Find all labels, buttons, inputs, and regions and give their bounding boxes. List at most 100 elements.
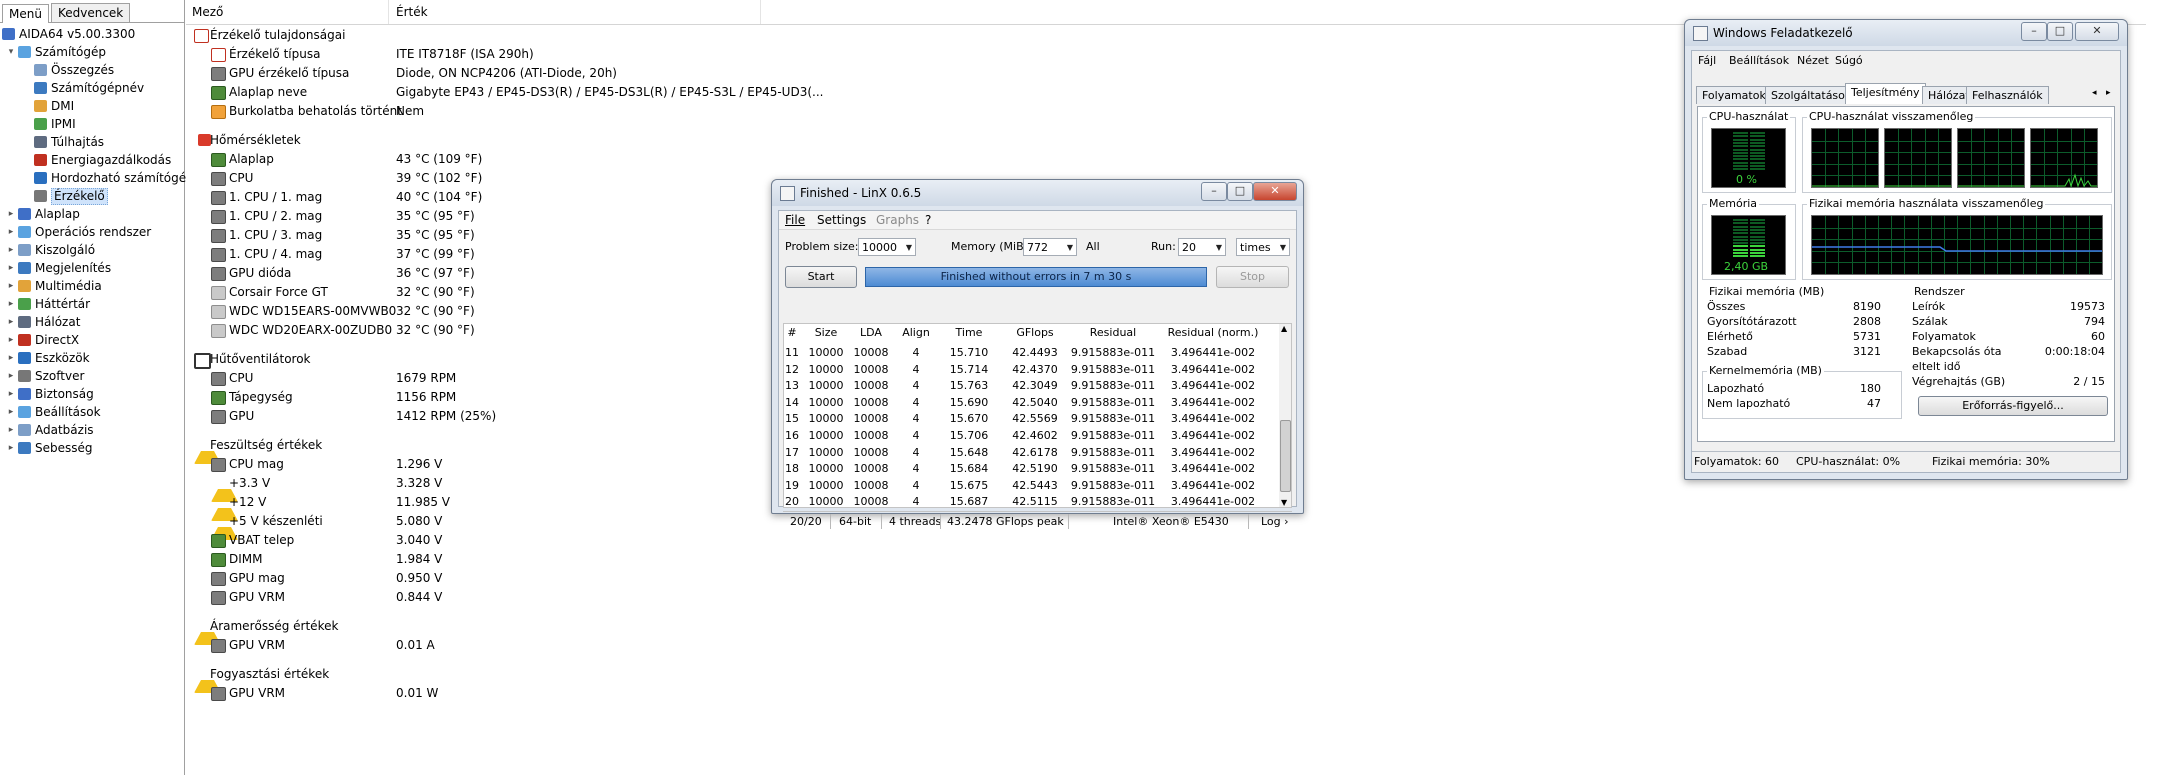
menu-graphs[interactable]: Graphs xyxy=(876,213,919,227)
menu-options[interactable]: Beállítások xyxy=(1729,54,1789,67)
tab-scroll-right-icon[interactable]: ▸ xyxy=(2106,88,2111,98)
expand-icon[interactable]: ▸ xyxy=(7,313,15,331)
tm-titlebar[interactable]: Windows Feladatkezelő – □ ✕ xyxy=(1685,20,2127,46)
expand-icon[interactable]: ▸ xyxy=(7,331,15,349)
expand-icon[interactable]: ▸ xyxy=(7,403,15,421)
result-row[interactable]: 13 10000 10008 4 15.763 42.3049 9.915883e-011 3… xyxy=(784,377,1280,394)
scroll-down-icon[interactable]: ▼ xyxy=(1281,498,1287,507)
tab-performance[interactable]: Teljesítmény xyxy=(1845,83,1926,104)
expand-icon[interactable]: ▸ xyxy=(7,367,15,385)
table-row[interactable]: GPU VRM 0.844 V xyxy=(186,588,2146,607)
tree-item[interactable]: ▸ Szoftver xyxy=(0,367,184,385)
tab-services[interactable]: Szolgáltatások xyxy=(1765,86,1858,104)
result-row[interactable]: 18 10000 10008 4 15.684 42.5190 9.915883e-011 3… xyxy=(784,460,1280,477)
tree-item[interactable]: ▸ Adatbázis xyxy=(0,421,184,439)
result-row[interactable]: 11 10000 10008 4 15.710 42.4493 9.915883e-011 3… xyxy=(784,344,1280,361)
expand-icon[interactable]: ▸ xyxy=(7,223,15,241)
tree-item[interactable]: ▸ DirectX xyxy=(0,331,184,349)
tree-item[interactable]: ▸ Operációs rendszer xyxy=(0,223,184,241)
tree-item[interactable]: IPMI xyxy=(0,115,184,133)
expand-icon[interactable]: ▸ xyxy=(7,205,15,223)
menu-help[interactable]: ? xyxy=(925,213,931,227)
tab-users[interactable]: Felhasználók xyxy=(1966,86,2049,104)
expand-icon[interactable]: ▸ xyxy=(7,439,15,457)
start-button[interactable]: Start xyxy=(785,266,857,288)
tree-item[interactable]: Energiagazdálkodás xyxy=(0,151,184,169)
tree-item[interactable]: DMI xyxy=(0,97,184,115)
minimize-button[interactable]: – xyxy=(1201,182,1227,201)
linx-titlebar[interactable]: Finished - LinX 0.6.5 – □ ✕ xyxy=(772,180,1303,206)
menu-file[interactable]: File xyxy=(785,213,805,227)
section-header[interactable]: Fogyasztási értékek xyxy=(186,665,2146,693)
column-header-cell[interactable]: Time xyxy=(936,324,1002,342)
tree-item[interactable]: ▾ Számítógép xyxy=(0,43,184,61)
menu-settings[interactable]: Settings xyxy=(817,213,866,227)
result-row[interactable]: 12 10000 10008 4 15.714 42.4370 9.915883e-011 3… xyxy=(784,361,1280,378)
log-link[interactable]: Log › xyxy=(1261,515,1289,528)
tree-item[interactable]: ▸ Háttértár xyxy=(0,295,184,313)
column-header-cell[interactable]: Align xyxy=(896,324,936,342)
expand-icon[interactable]: ▸ xyxy=(7,277,15,295)
expand-icon[interactable]: ▸ xyxy=(7,295,15,313)
tab-menu[interactable]: Menü xyxy=(2,4,49,23)
menu-help[interactable]: Súgó xyxy=(1835,54,1863,67)
result-row[interactable]: 17 10000 10008 4 15.648 42.6178 9.915883e-011 3… xyxy=(784,444,1280,461)
tree-item[interactable]: ▸ Beállítások xyxy=(0,403,184,421)
section-header[interactable]: Áramerősség értékek xyxy=(186,617,2146,645)
close-button[interactable]: ✕ xyxy=(2075,22,2119,41)
tree-item[interactable]: Hordozható számítógé xyxy=(0,169,186,187)
tree-item[interactable]: ▸ Eszközök xyxy=(0,349,184,367)
tree-item[interactable]: ▸ Biztonság xyxy=(0,385,184,403)
table-row[interactable]: VBAT telep 3.040 V xyxy=(186,531,2146,550)
results-scrollbar[interactable]: ▲ ▼ xyxy=(1279,323,1292,508)
tree-item[interactable]: ▸ Hálózat xyxy=(0,313,184,331)
collapse-icon[interactable]: ▾ xyxy=(7,43,15,61)
tree-item[interactable]: Számítógépnév xyxy=(0,79,184,97)
tree-item[interactable]: ▸ Multimédia xyxy=(0,277,184,295)
expand-icon[interactable]: ▸ xyxy=(7,241,15,259)
memory-combo[interactable]: 772 ▼ xyxy=(1023,238,1077,256)
expand-icon[interactable]: ▸ xyxy=(7,421,15,439)
menu-file[interactable]: Fájl xyxy=(1698,54,1716,67)
table-row[interactable]: GPU mag 0.950 V xyxy=(186,569,2146,588)
result-row[interactable]: 15 10000 10008 4 15.670 42.5569 9.915883e-011 3… xyxy=(784,410,1280,427)
column-header-cell[interactable]: # xyxy=(784,324,800,342)
close-button[interactable]: ✕ xyxy=(1253,182,1297,201)
column-header-cell[interactable]: GFlops xyxy=(1002,324,1068,342)
tree-item[interactable]: AIDA64 v5.00.3300 xyxy=(0,25,184,43)
scroll-up-icon[interactable]: ▲ xyxy=(1281,324,1287,333)
menu-view[interactable]: Nézet xyxy=(1797,54,1829,67)
tab-scroll-left-icon[interactable]: ◂ xyxy=(2092,88,2097,98)
tab-processes[interactable]: Folyamatok xyxy=(1696,86,1772,104)
result-row[interactable]: 20 10000 10008 4 15.687 42.5115 9.915883e-011 3… xyxy=(784,493,1280,507)
column-field[interactable]: Mező xyxy=(186,0,389,24)
expand-icon[interactable]: ▸ xyxy=(7,385,15,403)
table-row[interactable]: GPU VRM 0.01 W xyxy=(186,684,2146,703)
result-row[interactable]: 16 10000 10008 4 15.706 42.4602 9.915883e-011 3… xyxy=(784,427,1280,444)
minimize-button[interactable]: – xyxy=(2021,22,2047,41)
column-value[interactable]: Érték xyxy=(390,0,761,24)
problem-size-combo[interactable]: 10000 ▼ xyxy=(858,238,916,256)
scroll-thumb[interactable] xyxy=(1280,420,1291,492)
column-header-cell[interactable]: Residual (norm.) xyxy=(1158,324,1268,342)
all-option[interactable]: All xyxy=(1086,240,1100,253)
tree-item[interactable]: ▸ Alaplap xyxy=(0,205,184,223)
column-header-cell[interactable]: Size xyxy=(806,324,846,342)
run-unit-combo[interactable]: times ▼ xyxy=(1236,238,1290,256)
tab-favorites[interactable]: Kedvencek xyxy=(50,3,131,22)
tree-item[interactable]: ▸ Kiszolgáló xyxy=(0,241,184,259)
column-header-cell[interactable]: Residual xyxy=(1068,324,1158,342)
tree-item[interactable]: Érzékelő xyxy=(0,187,184,205)
tree-item[interactable]: ▸ Sebesség xyxy=(0,439,184,457)
result-row[interactable]: 19 10000 10008 4 15.675 42.5443 9.915883e-011 3… xyxy=(784,477,1280,494)
result-row[interactable]: 14 10000 10008 4 15.690 42.5040 9.915883e-011 3… xyxy=(784,394,1280,411)
tree-item[interactable]: Összegzés xyxy=(0,61,184,79)
table-row[interactable]: DIMM 1.984 V xyxy=(186,550,2146,569)
maximize-button[interactable]: □ xyxy=(1227,182,1253,201)
tree-item[interactable]: Túlhajtás xyxy=(0,133,184,151)
column-header-cell[interactable]: LDA xyxy=(848,324,894,342)
stop-button[interactable]: Stop xyxy=(1216,266,1289,288)
run-combo[interactable]: 20 ▼ xyxy=(1178,238,1226,256)
resource-monitor-button[interactable]: Erőforrás-figyelő... xyxy=(1918,396,2108,416)
maximize-button[interactable]: □ xyxy=(2047,22,2073,41)
